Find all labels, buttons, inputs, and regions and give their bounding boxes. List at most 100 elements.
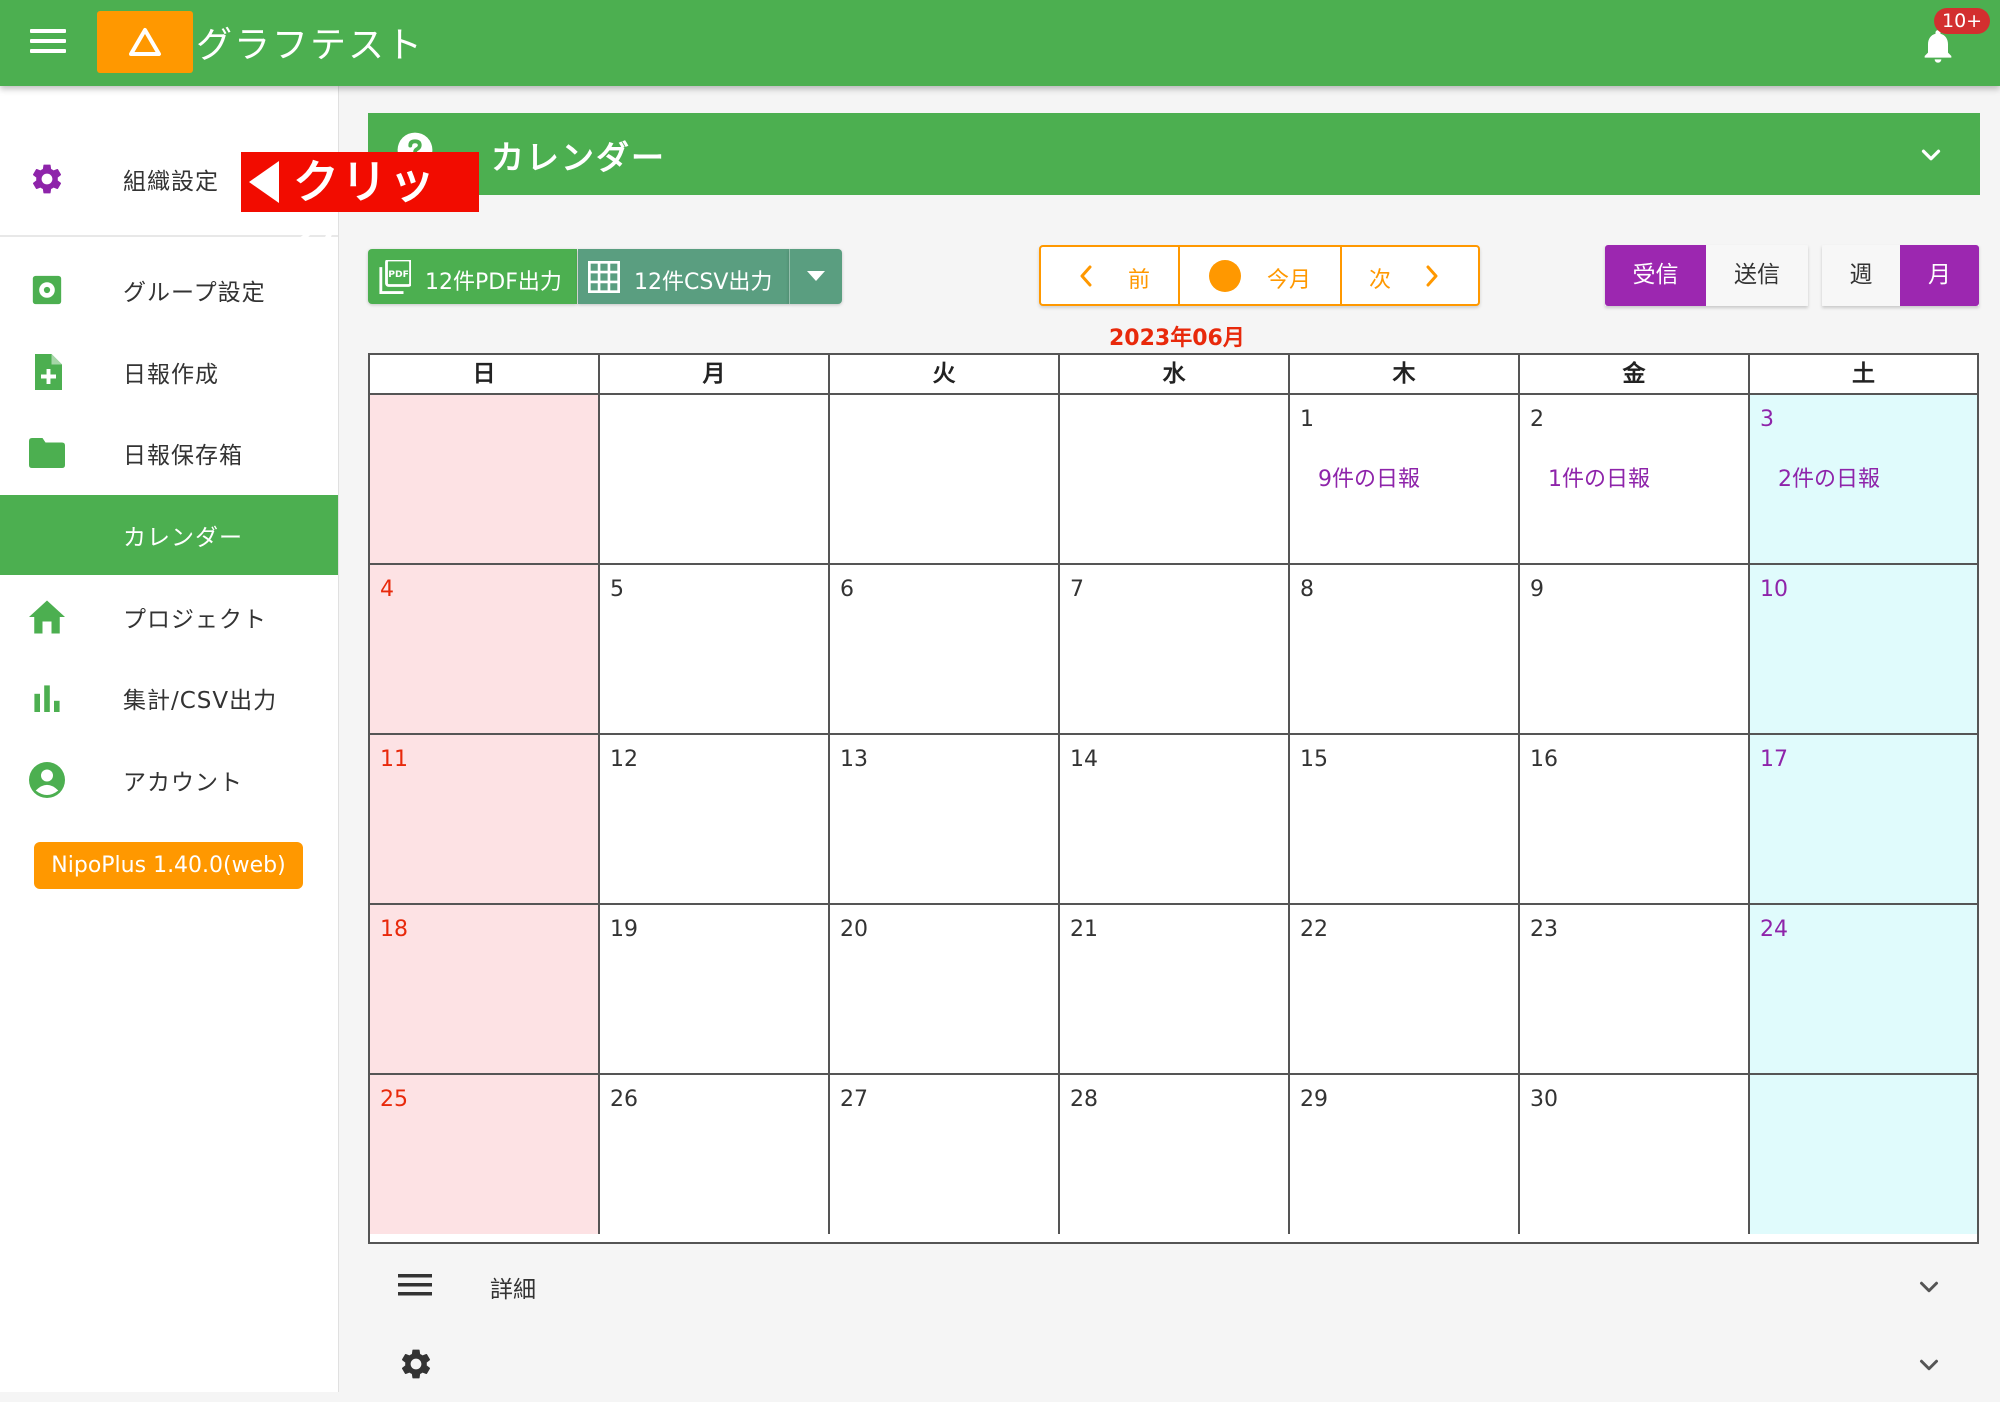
calendar-day-cell[interactable]: 12 (600, 735, 830, 905)
day-number: 18 (380, 917, 408, 942)
csv-export-dropdown[interactable] (789, 249, 842, 304)
calendar-day-cell[interactable]: 27 (830, 1075, 1060, 1234)
day-number: 3 (1760, 407, 1774, 432)
calendar-day-cell[interactable]: 18 (370, 905, 600, 1075)
arrow-left-icon (249, 161, 279, 203)
calendar-day-cell[interactable]: 17 (1750, 735, 1977, 905)
day-number: 7 (1070, 577, 1084, 602)
calendar-day-cell[interactable]: 28 (1060, 1075, 1290, 1234)
caret-down-icon (807, 271, 825, 281)
day-number: 13 (840, 747, 868, 772)
calendar-day-cell[interactable]: 19 (600, 905, 830, 1075)
calendar-day-cell[interactable]: 1 9件の日報 (1290, 395, 1520, 565)
calendar-day-cell[interactable]: 16 (1520, 735, 1750, 905)
calendar-day-cell[interactable] (1750, 1075, 1977, 1234)
day-number: 6 (840, 577, 854, 602)
calendar-day-cell[interactable]: 24 (1750, 905, 1977, 1075)
calendar-day-cell[interactable]: 3 2件の日報 (1750, 395, 1977, 565)
calendar-day-cell[interactable]: 22 (1290, 905, 1520, 1075)
prev-month-label: 前 (1128, 268, 1151, 293)
pdf-export-label: 12件PDF出力 (425, 270, 562, 295)
calendar-day-cell[interactable]: 25 (370, 1075, 600, 1234)
sent-toggle[interactable]: 送信 (1706, 245, 1808, 306)
calendar-day-cell[interactable]: 7 (1060, 565, 1290, 735)
menu-icon[interactable] (30, 29, 66, 57)
view-toggle: 週 月 (1822, 245, 1979, 306)
calendar-day-cell[interactable] (830, 395, 1060, 565)
current-month-button[interactable]: 今月 (1180, 247, 1340, 304)
calendar-day-cell[interactable]: 29 (1290, 1075, 1520, 1234)
details-panel[interactable]: 詳細 (368, 1250, 1980, 1320)
day-number: 28 (1070, 1087, 1098, 1112)
click-callout: クリック (241, 152, 479, 269)
pdf-icon: PDF (379, 260, 411, 294)
calendar-day-cell[interactable]: 8 (1290, 565, 1520, 735)
day-number: 20 (840, 917, 868, 942)
calendar-day-cell[interactable]: 13 (830, 735, 1060, 905)
sidebar-item-account[interactable]: アカウント (0, 740, 338, 820)
settings-box-icon (28, 271, 66, 309)
weekday-header: 火 (830, 355, 1060, 395)
day-number: 19 (610, 917, 638, 942)
week-view-toggle[interactable]: 週 (1822, 245, 1900, 306)
calendar-day-cell[interactable]: 26 (600, 1075, 830, 1234)
calendar-day-cell[interactable]: 4 (370, 565, 600, 735)
calendar-day-cell[interactable]: 6 (830, 565, 1060, 735)
chevron-down-icon[interactable] (1914, 1272, 1944, 1302)
calendar-day-cell[interactable]: 23 (1520, 905, 1750, 1075)
calendar-day-cell[interactable]: 2 1件の日報 (1520, 395, 1750, 565)
report-count-link[interactable]: 2件の日報 (1778, 461, 1880, 493)
calendar-day-cell[interactable]: 30 (1520, 1075, 1750, 1234)
received-toggle[interactable]: 受信 (1605, 245, 1706, 306)
sidebar-item-calendar[interactable]: カレンダー (0, 495, 338, 575)
day-number: 24 (1760, 917, 1788, 942)
pdf-export-button[interactable]: PDF 12件PDF出力 (368, 249, 577, 304)
day-number: 11 (380, 747, 408, 772)
prev-month-button[interactable]: 前 (1041, 247, 1178, 304)
calendar-day-cell[interactable]: 9 (1520, 565, 1750, 735)
weekday-header: 木 (1290, 355, 1520, 395)
direction-toggle: 受信 送信 (1605, 245, 1808, 306)
top-app-bar: グラフテスト 10+ (0, 0, 2000, 86)
chevron-down-icon[interactable] (1914, 1350, 1944, 1380)
current-month-label: 今月 (1267, 268, 1312, 293)
app-logo[interactable] (97, 11, 193, 73)
day-number: 8 (1300, 577, 1314, 602)
next-month-button[interactable]: 次 (1342, 247, 1478, 304)
list-icon (398, 1274, 432, 1296)
month-label: 2023年06月 (1109, 326, 1245, 351)
sidebar-item-project[interactable]: プロジェクト (0, 577, 338, 657)
sidebar-item-label: 組織設定 (123, 169, 219, 195)
calendar-day-cell[interactable]: 5 (600, 565, 830, 735)
weekday-header: 水 (1060, 355, 1290, 395)
gear-icon (401, 1349, 431, 1379)
csv-export-button[interactable]: 12件CSV出力 (578, 249, 789, 304)
calendar-day-cell[interactable]: 21 (1060, 905, 1290, 1075)
month-view-toggle[interactable]: 月 (1900, 245, 1979, 306)
sidebar-item-label: 集計/CSV出力 (123, 688, 278, 714)
calendar-day-cell[interactable]: 15 (1290, 735, 1520, 905)
sidebar-item-create-report[interactable]: 日報作成 (0, 332, 338, 412)
calendar-day-cell[interactable]: 11 (370, 735, 600, 905)
grid-icon (588, 261, 620, 293)
calendar-day-cell[interactable] (370, 395, 600, 565)
calendar-day-cell[interactable]: 20 (830, 905, 1060, 1075)
version-badge: NipoPlus 1.40.0(web) (34, 842, 303, 889)
sidebar-item-aggregate-csv[interactable]: 集計/CSV出力 (0, 658, 338, 738)
sidebar-item-label: 日報保存箱 (123, 443, 243, 469)
sidebar-item-group-settings[interactable]: グループ設定 (0, 250, 338, 330)
day-number: 25 (380, 1087, 408, 1112)
calendar-day-cell[interactable] (600, 395, 830, 565)
calendar-day-cell[interactable]: 10 (1750, 565, 1977, 735)
folder-icon (28, 434, 66, 472)
report-count-link[interactable]: 1件の日報 (1548, 461, 1650, 493)
calendar-day-cell[interactable] (1060, 395, 1290, 565)
svg-text:PDF: PDF (388, 269, 409, 280)
page-title: カレンダー (491, 138, 666, 177)
chevron-down-icon[interactable] (1916, 140, 1946, 170)
calendar-day-cell[interactable]: 14 (1060, 735, 1290, 905)
sidebar-item-report-box[interactable]: 日報保存箱 (0, 413, 338, 493)
report-count-link[interactable]: 9件の日報 (1318, 461, 1420, 493)
day-number: 21 (1070, 917, 1098, 942)
day-number: 9 (1530, 577, 1544, 602)
